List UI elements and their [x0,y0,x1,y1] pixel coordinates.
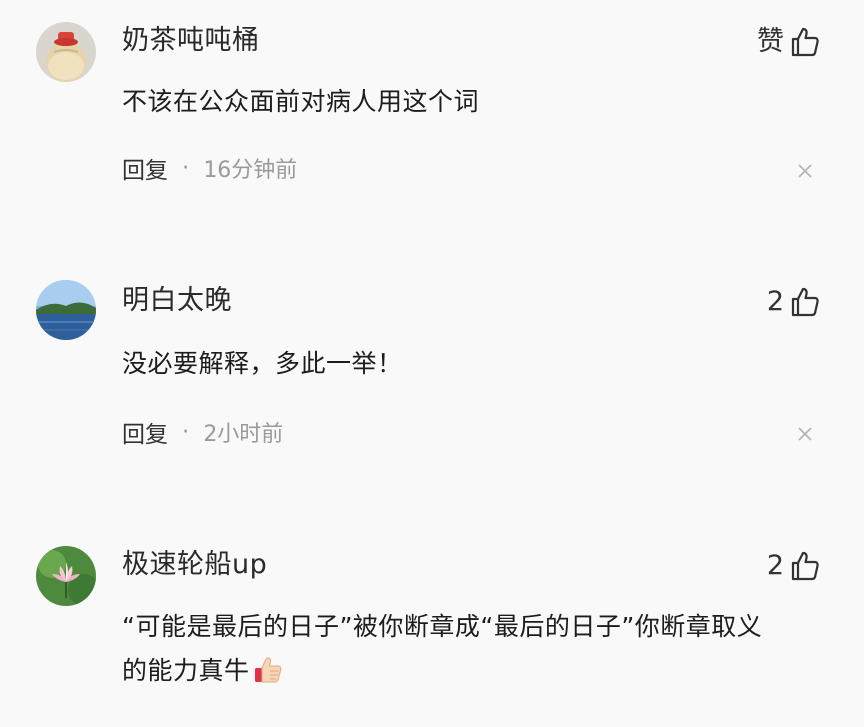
separator-dot: · [182,155,190,181]
like-button[interactable]: 2 [767,548,820,584]
close-button[interactable] [792,421,818,447]
like-label: 赞 [757,26,784,57]
separator-dot: · [182,419,190,445]
thumbs-up-emoji-icon [254,657,281,683]
like-button[interactable]: 赞 [757,24,820,60]
comment-list: 奶茶吨吨桶 赞 不该在公众面前对病人用这个词 回复 · 16分钟前 明白太晚 2… [0,0,864,727]
thumbs-up-icon [791,551,819,581]
like-count: 2 [766,286,784,317]
reply-button[interactable]: 回复 [122,415,168,449]
comment-text-line-wrap: 的能力真牛 [122,652,822,690]
comment-meta: 回复 · 2小时前 [122,415,283,449]
close-icon [798,427,812,441]
lotus-flower-avatar [36,546,96,606]
username[interactable]: 明白太晚 [122,284,232,318]
thumbs-up-icon [791,287,819,317]
comment-text: “可能是最后的日子”被你断章成“最后的日子”你断章取义 的能力真牛 [122,608,822,690]
avatar[interactable] [36,280,96,340]
reply-button[interactable]: 回复 [122,151,168,185]
milk-tea-cup-avatar [36,22,96,82]
comment-text: 没必要解释，多此一举！ [122,349,403,378]
username[interactable]: 极速轮船up [122,548,267,582]
avatar[interactable] [36,22,96,82]
timestamp: 16分钟前 [203,158,298,183]
comment-meta: 回复 · 16分钟前 [122,151,297,185]
like-button[interactable]: 2 [767,284,820,320]
like-count: 2 [766,550,784,581]
comment-text: 不该在公众面前对病人用这个词 [122,87,480,116]
timestamp: 2小时前 [203,422,284,447]
lake-landscape-avatar [36,280,96,340]
comment-text-line: “可能是最后的日子”被你断章成“最后的日子”你断章取义 [122,612,763,641]
close-button[interactable] [792,158,818,184]
close-icon [798,164,812,178]
comment-text-line: 的能力真牛 [122,656,250,685]
avatar[interactable] [36,546,96,606]
thumbs-up-icon [791,27,819,57]
username[interactable]: 奶茶吨吨桶 [122,24,260,58]
